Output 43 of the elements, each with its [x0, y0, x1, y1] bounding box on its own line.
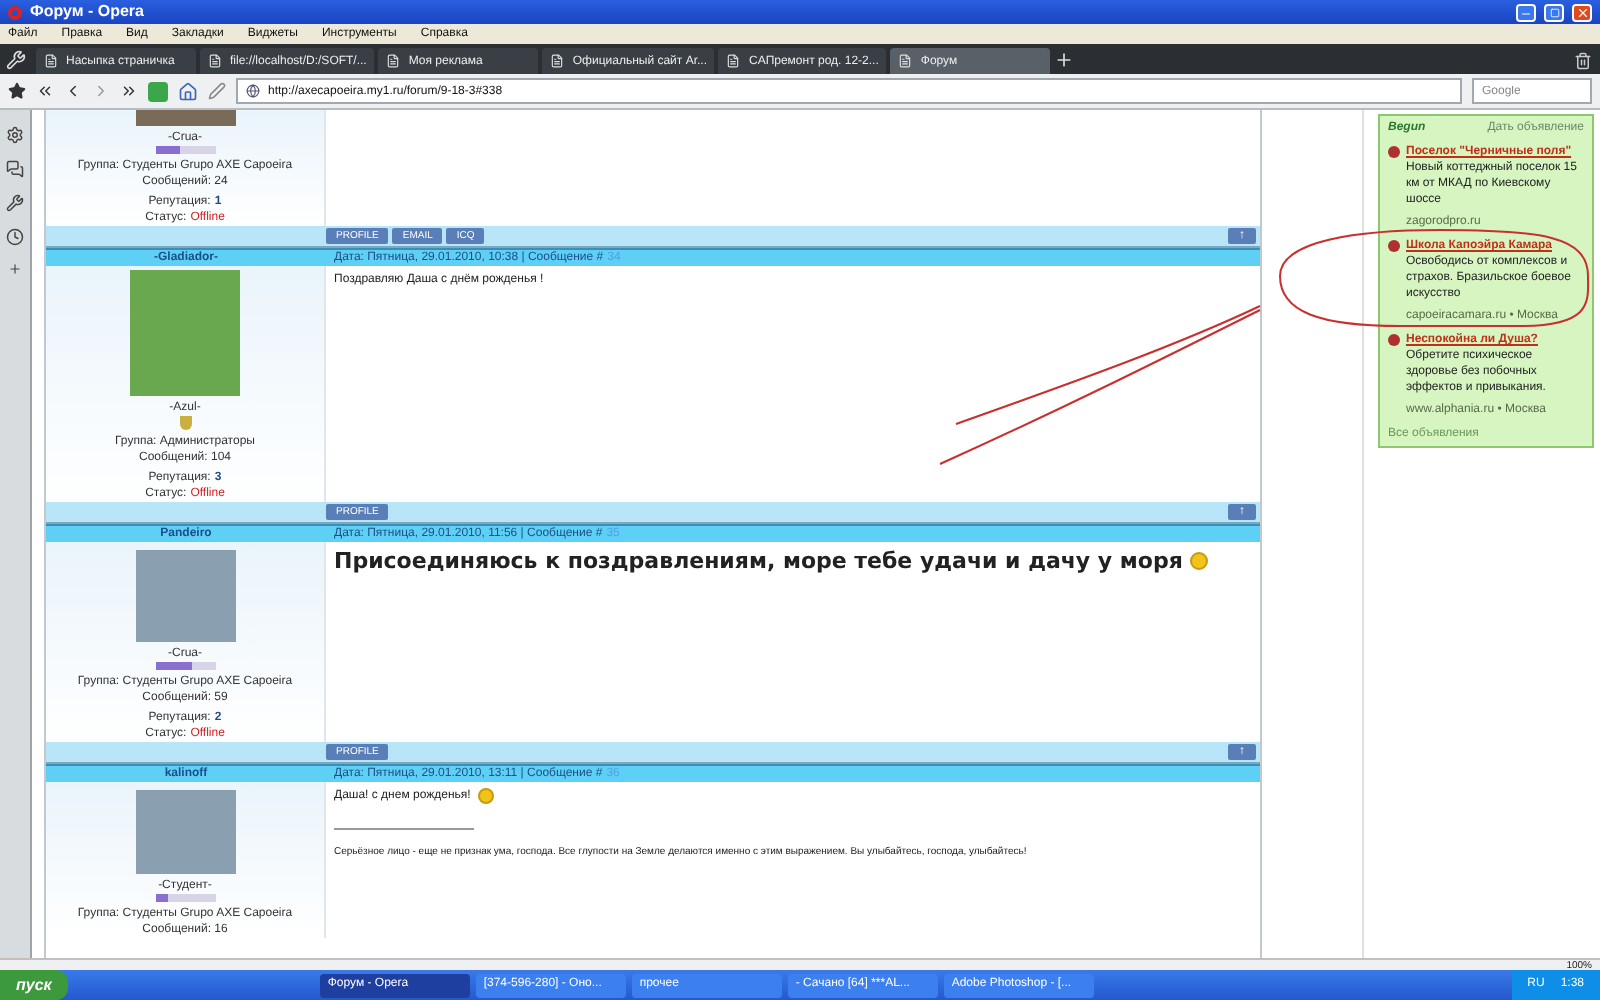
globe-icon: [246, 84, 260, 98]
history-icon[interactable]: [6, 228, 24, 246]
page-icon: [550, 54, 565, 68]
tools-icon[interactable]: [6, 194, 24, 212]
rank-bar: [155, 894, 215, 902]
trash-icon[interactable]: [1574, 52, 1592, 70]
avatar-photo: [130, 270, 240, 397]
avatar-photo: [135, 790, 235, 875]
smiley-icon: [478, 788, 495, 804]
page-icon: [386, 54, 401, 68]
close-icon: [1575, 5, 1589, 19]
start-button[interactable]: пуск: [0, 970, 68, 1000]
minimize-icon: [1520, 7, 1532, 19]
window-title: Форум - Opera: [30, 2, 146, 22]
maximize-button[interactable]: [1544, 3, 1564, 21]
ad-icon: [1388, 334, 1400, 346]
page-icon: [44, 54, 58, 68]
settings-icon[interactable]: [6, 126, 24, 144]
add-panel-icon[interactable]: [8, 262, 22, 276]
rank-bar: [155, 662, 215, 670]
new-tab-icon[interactable]: [1054, 50, 1075, 70]
post-text: Присоединяюсь к поздравлениям, море тебе удачи и дачу у моря: [334, 548, 1183, 574]
fast-forward-icon[interactable]: [120, 82, 138, 100]
page-icon: [208, 54, 222, 68]
chat-icon[interactable]: [6, 160, 24, 178]
avatar-photo: [135, 110, 235, 126]
widget-icon[interactable]: [148, 81, 168, 101]
page-icon: [898, 54, 913, 68]
maximize-icon: [1549, 7, 1559, 17]
bookmarks-icon[interactable]: [8, 82, 26, 100]
app-icon: [8, 5, 22, 19]
page-icon: [726, 54, 741, 68]
rank-bar: [155, 146, 215, 154]
ad-icon: [1388, 146, 1400, 158]
home-icon[interactable]: [178, 81, 198, 101]
close-button[interactable]: [1572, 3, 1592, 21]
pen-icon[interactable]: [208, 82, 226, 100]
avatar-photo: [135, 550, 235, 643]
back-icon[interactable]: [64, 82, 82, 100]
smiley-icon: [1190, 552, 1209, 570]
rewind-icon[interactable]: [36, 82, 54, 100]
ad-icon: [1388, 240, 1400, 252]
minimize-button[interactable]: [1516, 3, 1536, 21]
